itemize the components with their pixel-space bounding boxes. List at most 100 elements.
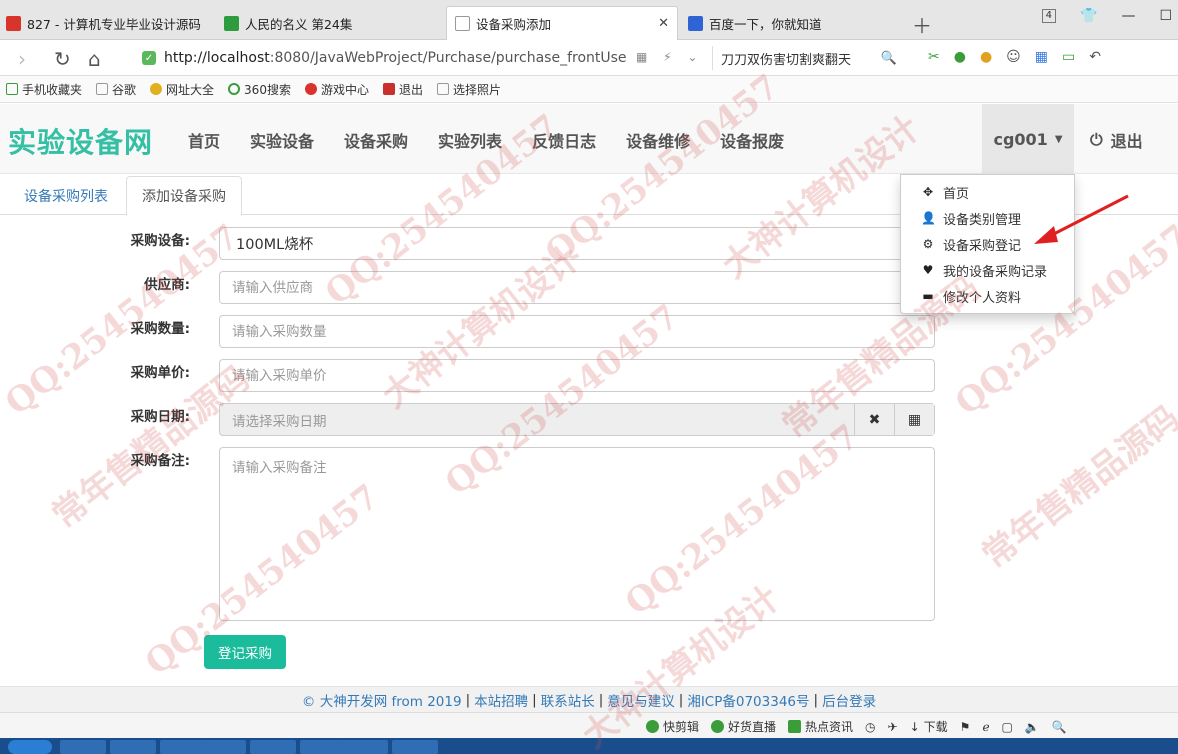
footer-copyright: © 大神开发网 from 2019 [301,693,462,710]
status-quick-edit[interactable]: 快剪辑 [646,718,699,735]
nav-scrap[interactable]: 设备报废 [720,128,784,152]
date-label: 采购日期: [130,409,190,425]
news-icon [788,720,802,733]
caret-down-icon: ▼ [1054,133,1063,145]
bookmark-games[interactable]: 游戏中心 [304,81,369,98]
ie-icon[interactable]: ℯ [982,720,989,734]
status-news[interactable]: 热点资讯 [788,718,853,735]
browser-search-field[interactable]: 刀刀双伤害切割爽翻天 🔍 [712,46,907,70]
site-brand[interactable]: 实验设备网 [8,121,153,161]
home-icon[interactable]: ⌂ [88,47,101,71]
dropdown-item-my-records[interactable]: ♥ 我的设备采购记录 [901,257,1074,283]
quantity-input[interactable] [219,315,935,348]
bookmark-photos[interactable]: 选择照片 [436,81,501,98]
site-navbar: 实验设备网 首页 实验设备 设备采购 实验列表 反馈日志 设备维修 设备报废 c… [0,104,1178,174]
heart-icon: ♥ [922,263,934,277]
equipment-select[interactable]: 100ML烧杯 [219,227,935,260]
footer-link-jobs[interactable]: 本站招聘 [474,690,528,710]
browser-tab-title: 设备采购添加 [476,17,552,32]
search-icon[interactable]: 🔍 [881,51,897,66]
tab-add-purchase[interactable]: 添加设备采购 [126,176,242,216]
refresh-icon[interactable]: ↻ [54,47,71,71]
battery-icon[interactable]: ▭ [1062,49,1075,65]
coin-icon[interactable]: ● [980,49,992,65]
bookmark-mobile[interactable]: 手机收藏夹 [6,81,82,98]
flag-icon[interactable]: ⚑ [960,720,971,734]
calendar-icon[interactable]: ▦ [894,404,934,435]
bookmark-360[interactable]: 360搜索 [228,81,291,98]
taskbar-app[interactable] [392,740,438,754]
browser-tab-1[interactable]: 827 - 计算机专业毕业设计源码 [0,6,213,40]
translate-icon[interactable]: ● [954,49,966,65]
browser-tab-4[interactable]: 百度一下，你就知道 [680,6,902,40]
minimize-icon[interactable]: — [1121,8,1135,24]
pin-icon[interactable]: ✈ [888,720,898,734]
os-taskbar [0,738,1178,754]
note-label: 采购备注: [130,453,190,469]
url-action-icons[interactable]: ▦ ⚡ ⌄ [636,50,703,64]
zoom-icon[interactable]: 🔍 [1052,720,1067,734]
shirt-icon[interactable]: 👕 [1080,8,1097,24]
status-live[interactable]: 好货直播 [711,718,776,735]
download-icon: ↓ [909,719,920,734]
clear-date-icon[interactable]: ✖ [854,404,894,435]
taskbar-app[interactable] [200,740,246,754]
url-path: :8080/JavaWebProject/Purchase/purchase_f… [269,50,627,66]
footer-link-admin[interactable]: 后台登录 [822,690,876,710]
nav-home[interactable]: 首页 [188,128,220,152]
footer-link-feedback[interactable]: 意见与建议 [607,690,675,710]
price-input[interactable] [219,359,935,392]
footer-link-icp[interactable]: 湘ICP备0703346号 [687,690,809,710]
bookmark-google[interactable]: 谷歌 [96,81,136,98]
clock-icon[interactable]: ◷ [865,720,875,734]
tab-count-badge[interactable]: 4 [1041,9,1056,23]
start-button[interactable] [8,740,52,754]
maximize-icon[interactable]: ☐ [1159,8,1172,24]
taskbar-app[interactable] [250,740,296,754]
scissors-icon[interactable]: ✂ [928,49,940,65]
smiley-icon[interactable]: ☺ [1006,49,1021,65]
status-download[interactable]: ↓ 下载 [910,718,948,735]
power-icon: ⏻ [1090,130,1103,149]
bookmark-exit[interactable]: 退出 [382,81,423,98]
note-textarea[interactable] [219,447,935,621]
nav-repair[interactable]: 设备维修 [626,128,690,152]
submit-purchase-button[interactable]: 登记采购 [204,635,286,669]
forward-icon[interactable]: › [18,47,26,71]
undo-icon[interactable]: ↶ [1089,49,1101,65]
quantity-label: 采购数量: [130,321,190,337]
logout-label: 退出 [1110,132,1143,151]
date-input[interactable]: 请选择采购日期 [220,404,854,435]
taskbar-app[interactable] [60,740,106,754]
page-icon [436,83,449,95]
nav-purchase[interactable]: 设备采购 [344,128,408,152]
new-tab-button[interactable]: ＋ [912,10,932,39]
url-field[interactable]: ✓ http://localhost:8080/JavaWebProject/P… [142,46,702,70]
tab-purchase-list[interactable]: 设备采购列表 [9,176,123,216]
window-icon[interactable]: ▢ [1002,720,1013,734]
dropdown-item-profile[interactable]: ▬ 修改个人资料 [901,283,1074,309]
price-label: 采购单价: [130,365,190,381]
user-menu-toggle[interactable]: cg001 ▼ [982,104,1074,174]
taskbar-app[interactable] [300,740,346,754]
tab-close-icon[interactable]: ✕ [658,16,669,31]
nav-equipment[interactable]: 实验设备 [250,128,314,152]
speaker-icon[interactable]: 🔈 [1025,720,1040,734]
browser-tab-title: 人民的名义 第24集 [245,16,353,32]
footer-link-contact[interactable]: 联系站长 [541,690,595,710]
window-controls: 4 👕 — ☐ [1041,8,1172,24]
tab-favicon-icon [224,15,239,31]
taskbar-app[interactable] [342,740,388,754]
nav-experiments[interactable]: 实验列表 [438,128,502,152]
bookmark-hao[interactable]: 网址大全 [150,81,214,98]
logout-link[interactable]: ⏻ 退出 [1090,128,1143,152]
baidu-paw-icon [688,15,703,31]
apps-icon[interactable]: ▦ [1035,49,1048,65]
supplier-input[interactable] [219,271,935,304]
browser-tab-2[interactable]: 人民的名义 第24集 [216,6,440,40]
taskbar-app[interactable] [110,740,156,754]
date-picker: 请选择采购日期 ✖ ▦ [219,403,935,436]
browser-tab-3[interactable]: 设备采购添加 ✕ [446,6,678,40]
game-icon [304,83,317,95]
nav-feedback[interactable]: 反馈日志 [532,128,596,152]
